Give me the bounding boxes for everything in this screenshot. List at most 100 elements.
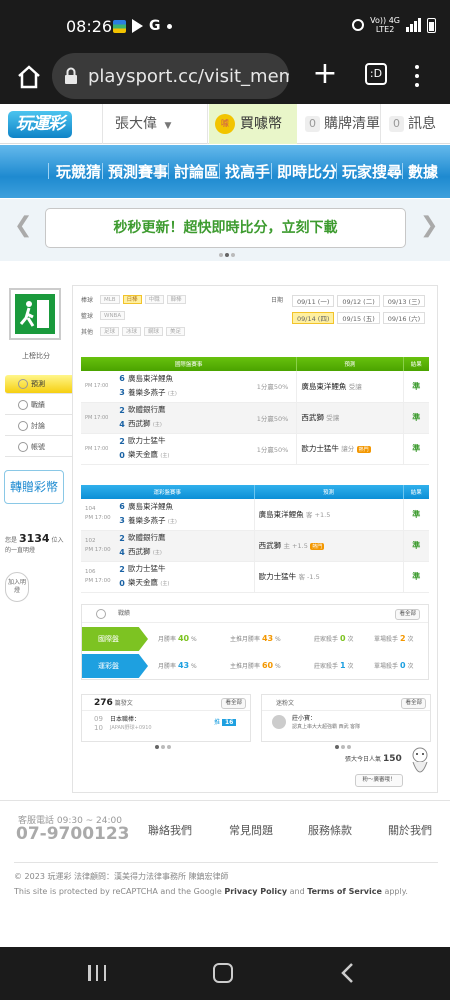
cart-count-badge: 0 bbox=[305, 116, 320, 132]
app-notification-icon bbox=[113, 19, 126, 33]
result-badge: 準 bbox=[402, 402, 429, 434]
tab-discussion[interactable]: 討論 bbox=[5, 417, 75, 436]
view-all-button[interactable]: 看全部 bbox=[395, 609, 420, 620]
record-title: 戰績 bbox=[118, 610, 131, 617]
date-chip[interactable]: 09/13 (三) bbox=[382, 295, 426, 307]
address-bar[interactable]: playsport.cc/visit_mem bbox=[52, 53, 289, 99]
messages-button[interactable]: 0 訊息 bbox=[381, 104, 450, 144]
site-logo[interactable]: 玩運彩 bbox=[8, 111, 72, 138]
banner-link[interactable]: 秒秒更新！超快即時比分，立刻下載 bbox=[45, 208, 406, 248]
date-chip[interactable]: 09/11 (一) bbox=[292, 295, 335, 307]
fans-card: 迷粉文 看全部 莊小寶： 認真上串大大超強霸 西武 客隊 bbox=[261, 694, 431, 742]
date-chip[interactable]: 09/15 (五) bbox=[337, 312, 380, 324]
user-icon bbox=[18, 442, 28, 452]
promo-banner: ❮ 秒秒更新！超快即時比分，立刻下載 ❯ bbox=[0, 199, 450, 261]
more-options-icon[interactable] bbox=[412, 63, 422, 89]
result-badge: 準 bbox=[402, 433, 429, 465]
join-beacon-button[interactable]: 加入明燈 bbox=[5, 572, 29, 602]
footer-link-terms[interactable]: 服務條款 bbox=[308, 822, 352, 838]
phone-number[interactable]: 07-9700123 bbox=[16, 824, 130, 844]
network-indicator: Vo)) 4G LTE2 bbox=[370, 16, 400, 34]
filter-chip[interactable]: WNBA bbox=[100, 311, 126, 320]
table-row[interactable]: 102 PM 17:00 24 軟體銀行鷹 西武獅 (主) 西武獅 主 +1.5 熱… bbox=[81, 530, 429, 562]
nav-forum[interactable]: 討論區 bbox=[174, 161, 219, 182]
buy-coins-label: 買噱幣 bbox=[240, 116, 282, 132]
nav-player-search[interactable]: 玩家搜尋 bbox=[342, 161, 402, 182]
view-all-button[interactable]: 看全部 bbox=[221, 698, 246, 709]
site-header: 玩運彩 張大偉 ▼ 噱 買噱幣 0 購牌清單 0 訊息 bbox=[0, 104, 450, 144]
purchase-list-button[interactable]: 0 購牌清單 bbox=[297, 104, 381, 144]
tab-record[interactable]: 戰績 bbox=[5, 396, 75, 415]
tab-switcher-button[interactable]: :D bbox=[365, 63, 387, 85]
table-header: 預測 bbox=[253, 485, 403, 499]
terms-link[interactable]: Terms of Service bbox=[307, 887, 382, 896]
date-chip[interactable]: 09/12 (二) bbox=[337, 295, 380, 307]
date-chip[interactable]: 09/16 (六) bbox=[382, 312, 426, 324]
signal-icon bbox=[406, 18, 421, 32]
nav-live-scores[interactable]: 即時比分 bbox=[277, 161, 337, 182]
nav-predict-games[interactable]: 預測賽事 bbox=[108, 161, 168, 182]
record-band: 國際盤 bbox=[82, 627, 148, 651]
system-nav-bar bbox=[0, 947, 450, 1000]
coin-icon: 噱 bbox=[215, 114, 235, 134]
fan-count: 您是 3134 位入的一直明燈 bbox=[5, 532, 64, 554]
result-badge: 準 bbox=[402, 499, 429, 531]
table-header: 國際盤賽事 bbox=[174, 362, 203, 368]
filter-chip[interactable]: 中職 bbox=[144, 295, 164, 304]
footer-link-faq[interactable]: 常見問題 bbox=[229, 822, 273, 838]
home-icon[interactable] bbox=[14, 62, 44, 92]
site-footer: 客服電話 09:30 ~ 24:00 07-9700123 聯絡我們 常見問題 … bbox=[0, 800, 450, 947]
table-row[interactable]: 104 PM 17:00 63 廣島東洋鯉魚 養樂多燕子 (主) 廣島東洋鯉魚 客 … bbox=[81, 499, 429, 531]
table-row[interactable]: PM 17:00 63 廣島東洋鯉魚 養樂多燕子 (主) 1分贏50% 廣島東洋鯉… bbox=[81, 371, 429, 403]
filter-chip[interactable]: 冰球 bbox=[122, 327, 142, 336]
article-item[interactable]: 日本職棒： JAPAN野球+0910 bbox=[110, 715, 152, 733]
hot-badge: 熱門 bbox=[356, 446, 371, 453]
prediction-panel: 棒球 MLB 日棒 中職 韓棒 籃球 WNBA 其他 足球 冰球 網球 美足 日… bbox=[72, 285, 438, 793]
new-tab-button[interactable]: + bbox=[310, 59, 340, 90]
home-button-icon[interactable] bbox=[213, 963, 233, 983]
chevron-right-icon[interactable]: ❯ bbox=[420, 213, 438, 238]
tab-account[interactable]: 帳號 bbox=[5, 438, 75, 457]
convert-coins-button[interactable]: 轉贈彩幣 bbox=[4, 470, 64, 504]
nav-find-experts[interactable]: 找高手 bbox=[225, 161, 270, 182]
table-header: 結果 bbox=[402, 357, 429, 371]
recent-apps-icon[interactable] bbox=[88, 965, 106, 981]
filter-chip[interactable]: 美足 bbox=[166, 327, 186, 336]
filter-chip-active[interactable]: 日棒 bbox=[122, 295, 142, 304]
avatar bbox=[272, 715, 286, 729]
nav-data[interactable]: 數據 bbox=[408, 161, 438, 182]
privacy-link[interactable]: Privacy Policy bbox=[224, 887, 287, 896]
filter-chip[interactable]: 足球 bbox=[100, 327, 120, 336]
tab-predictions[interactable]: 預測 bbox=[5, 375, 75, 394]
alarm-icon bbox=[352, 19, 365, 31]
filter-chip[interactable]: 韓棒 bbox=[166, 295, 186, 304]
copyright: © 2023 玩運彩 法律顧問：漢美得力法律事務所 陳鎮宏律師 bbox=[14, 872, 229, 881]
table-row[interactable]: 106 PM 17:00 20 歐力士猛牛 樂天金鷹 (主) 歐力士猛牛 客 -1.… bbox=[81, 561, 429, 593]
eye-icon bbox=[18, 379, 28, 389]
messages-count-badge: 0 bbox=[389, 116, 404, 132]
view-all-button[interactable]: 看全部 bbox=[401, 698, 426, 709]
chevron-left-icon[interactable]: ❮ bbox=[14, 213, 32, 238]
buy-coins-button[interactable]: 噱 買噱幣 bbox=[209, 104, 297, 144]
table-row[interactable]: PM 17:00 20 歐力士猛牛 樂天金鷹 (主) 1分贏50% 歐力士猛牛 讓… bbox=[81, 433, 429, 465]
fans-button[interactable]: 粉～廣審哦！ bbox=[355, 774, 403, 787]
filter-chip[interactable]: MLB bbox=[100, 295, 120, 304]
filter-chip[interactable]: 網球 bbox=[144, 327, 164, 336]
chart-icon bbox=[96, 609, 106, 619]
date-chip-active[interactable]: 09/14 (四) bbox=[292, 312, 335, 324]
back-icon[interactable] bbox=[340, 962, 354, 988]
footer-link-about[interactable]: 關於我們 bbox=[388, 822, 432, 838]
articles-card: 276 篇發文 看全部 09 10 日本職棒： JAPAN野球+0910 推 16 bbox=[81, 694, 251, 742]
main-nav: 玩競猜 預測賽事 討論區 找高手 即時比分 玩家搜尋 數據 bbox=[0, 145, 450, 198]
hot-badge: 熱門 bbox=[310, 543, 325, 550]
lottery-predictions-table: 運彩盤賽事 預測 結果 104 PM 17:00 63 廣島東洋鯉魚 養樂多燕子 (… bbox=[81, 485, 429, 593]
footer-link-contact[interactable]: 聯絡我們 bbox=[148, 822, 192, 838]
carousel-dots bbox=[335, 745, 351, 749]
nav-play-guess[interactable]: 玩競猜 bbox=[56, 161, 101, 182]
record-section: 戰績 看全部 國際盤 月勝率 40 % 主推月勝率 43 % 莊家殺手 0 次 … bbox=[81, 604, 429, 680]
avatar bbox=[9, 288, 61, 340]
recaptcha-notice: This site is protected by reCAPTCHA and … bbox=[14, 887, 408, 896]
user-menu[interactable]: 張大偉 ▼ bbox=[102, 104, 208, 144]
table-row[interactable]: PM 17:00 24 軟體銀行鷹 西武獅 (主) 1分贏50% 西武獅 受讓 準 bbox=[81, 402, 429, 434]
chevron-down-icon: ▼ bbox=[164, 121, 172, 131]
